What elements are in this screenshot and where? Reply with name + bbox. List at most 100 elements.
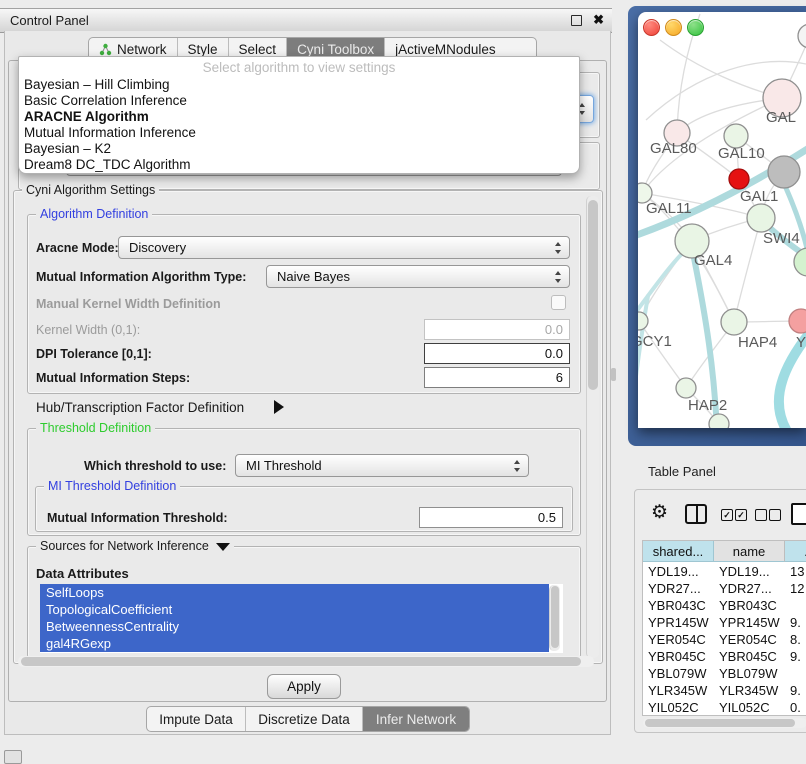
tab-network-label: Network — [117, 42, 167, 57]
list-item-topologicalcoefficient[interactable]: TopologicalCoefficient — [40, 601, 549, 618]
splitpane-handle[interactable] — [611, 368, 616, 381]
popup-item-aracne[interactable]: ARACNE Algorithm — [19, 109, 579, 125]
column-header-partial[interactable]: A — [785, 541, 806, 562]
node-partial-bottom[interactable] — [709, 414, 729, 428]
table-cell[interactable]: YBR045C — [714, 648, 785, 665]
float-window-icon[interactable] — [571, 15, 582, 26]
data-attributes-list[interactable]: SelfLoops TopologicalCoefficient Between… — [40, 584, 563, 653]
table-cell[interactable] — [785, 665, 806, 682]
node-y-partial[interactable] — [789, 309, 806, 333]
minimize-traffic-light[interactable] — [665, 19, 682, 36]
split-columns-icon[interactable] — [685, 504, 707, 524]
unchecked-box-icon[interactable] — [769, 509, 781, 521]
apply-button[interactable]: Apply — [267, 674, 341, 699]
table-cell[interactable]: 0. — [785, 699, 806, 716]
table-cell[interactable]: YDL19... — [643, 563, 714, 580]
column-header-shared[interactable]: shared... — [643, 541, 714, 562]
tab-discretize-data[interactable]: Discretize Data — [246, 707, 363, 731]
node-table[interactable]: shared... name A YDL19... YDL19... 13 YD… — [642, 540, 806, 716]
node-gray[interactable] — [768, 156, 800, 188]
unchecked-box-icon[interactable] — [755, 509, 767, 521]
table-cell[interactable]: YBR043C — [643, 597, 714, 614]
cyni-settings-title: Cyni Algorithm Settings — [22, 183, 159, 197]
network-canvas[interactable]: GAL GAL80 GAL10 GAL1 GAL11 SWI4 GAL4 GCY… — [638, 12, 806, 428]
settings-hscrollbar[interactable] — [18, 656, 594, 667]
checked-box-icon[interactable]: ✓ — [721, 509, 733, 521]
tab-infer-network[interactable]: Infer Network — [363, 707, 469, 731]
table-panel: ⚙ ✓ ✓ shared... name A YDL19... YDL19...… — [634, 489, 806, 733]
aracne-mode-combo[interactable]: Discovery — [118, 236, 570, 259]
tab-impute-data[interactable]: Impute Data — [147, 707, 246, 731]
kernel-width-field[interactable]: 0.0 — [424, 319, 570, 340]
popup-item-basic-correlation[interactable]: Basic Correlation Inference — [19, 93, 579, 109]
table-cell[interactable] — [785, 597, 806, 614]
mi-threshold-field[interactable]: 0.5 — [419, 507, 563, 528]
table-cell[interactable]: YLR345W — [643, 682, 714, 699]
node-partial-top[interactable] — [798, 24, 806, 48]
network-view[interactable]: GAL GAL80 GAL10 GAL1 GAL11 SWI4 GAL4 GCY… — [638, 12, 806, 428]
expand-arrow-icon[interactable] — [274, 400, 284, 414]
close-traffic-light[interactable] — [643, 19, 660, 36]
table-cell[interactable]: YBL079W — [714, 665, 785, 682]
table-cell[interactable]: YPR145W — [714, 614, 785, 631]
table-cell[interactable]: 12 — [785, 580, 806, 597]
algorithm-dropdown-popup: Select algorithm to view settings Bayesi… — [18, 56, 580, 174]
table-cell[interactable]: YBL079W — [643, 665, 714, 682]
mi-steps-field[interactable]: 6 — [424, 367, 570, 388]
spinner-icon — [555, 242, 562, 254]
node-label: GCY1 — [638, 333, 672, 350]
table-cell[interactable]: YER054C — [643, 631, 714, 648]
popup-item-mutual-information[interactable]: Mutual Information Inference — [19, 125, 579, 141]
which-threshold-label: Which threshold to use: — [84, 459, 226, 473]
document-icon[interactable] — [791, 503, 806, 525]
node-hap4[interactable] — [721, 309, 747, 335]
list-item-selfloops[interactable]: SelfLoops — [40, 584, 549, 601]
table-cell[interactable]: 13 — [785, 563, 806, 580]
table-cell[interactable]: 8. — [785, 631, 806, 648]
list-scrollbar[interactable] — [549, 585, 560, 651]
node-label: GAL1 — [740, 188, 778, 205]
zoom-traffic-light[interactable] — [687, 19, 704, 36]
table-cell[interactable]: YBR045C — [643, 648, 714, 665]
gear-icon[interactable]: ⚙ — [651, 503, 668, 522]
table-cell[interactable]: YLR345W — [714, 682, 785, 699]
node-gal1[interactable] — [747, 204, 775, 232]
manual-kernel-checkbox[interactable] — [551, 295, 566, 310]
node-hap2[interactable] — [676, 378, 696, 398]
table-cell[interactable]: YBR043C — [714, 597, 785, 614]
node-label: HAP2 — [688, 397, 727, 414]
popup-item-bayesian-k2[interactable]: Bayesian – K2 — [19, 141, 579, 157]
table-cell[interactable]: YPR145W — [643, 614, 714, 631]
node-label: GAL80 — [650, 140, 697, 157]
checked-box-icon[interactable]: ✓ — [735, 509, 747, 521]
collapse-arrow-icon[interactable] — [216, 543, 230, 551]
table-cell[interactable]: YDL19... — [714, 563, 785, 580]
table-cell[interactable]: YDR27... — [643, 580, 714, 597]
settings-scrollbar[interactable] — [586, 196, 599, 658]
table-cell[interactable]: 9. — [785, 682, 806, 699]
table-cell[interactable]: YIL052C — [714, 699, 785, 716]
node-red[interactable] — [729, 169, 749, 189]
which-threshold-combo[interactable]: MI Threshold — [235, 454, 529, 477]
mi-steps-label: Mutual Information Steps: — [36, 371, 190, 385]
table-hscrollbar[interactable] — [643, 718, 806, 728]
kernel-width-label: Kernel Width (0,1): — [36, 323, 140, 337]
table-cell[interactable]: 9. — [785, 648, 806, 665]
list-item-betweennesscentrality[interactable]: BetweennessCentrality — [40, 618, 549, 635]
table-cell[interactable]: YIL052C — [643, 699, 714, 716]
dpi-tolerance-label: DPI Tolerance [0,1]: — [36, 347, 152, 361]
mi-type-combo[interactable]: Naive Bayes — [266, 265, 570, 288]
close-window-icon[interactable]: ✖ — [593, 12, 604, 28]
popup-item-dream8[interactable]: Dream8 DC_TDC Algorithm — [19, 157, 579, 173]
node-label: Y — [796, 334, 806, 351]
node-label: GAL10 — [718, 145, 765, 162]
bottom-tabs: Impute Data Discretize Data Infer Networ… — [146, 706, 470, 732]
list-item-gal4rgexp[interactable]: gal4RGexp — [40, 635, 549, 652]
table-cell[interactable]: YDR27... — [714, 580, 785, 597]
popup-item-bayesian-hill-climbing[interactable]: Bayesian – Hill Climbing — [19, 77, 579, 93]
spinner-icon — [514, 460, 521, 472]
table-cell[interactable]: 9. — [785, 614, 806, 631]
dpi-tolerance-field[interactable]: 0.0 — [424, 343, 570, 364]
column-header-name[interactable]: name — [714, 541, 785, 562]
table-cell[interactable]: YER054C — [714, 631, 785, 648]
